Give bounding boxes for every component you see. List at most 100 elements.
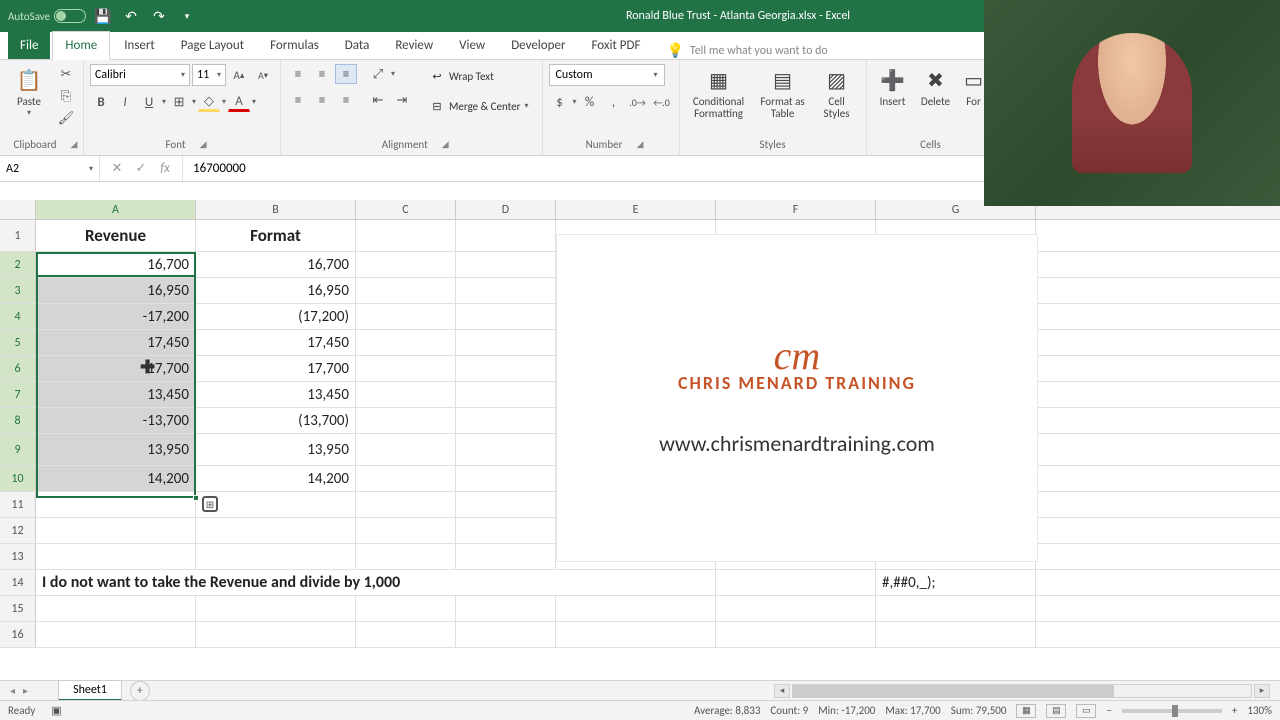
save-icon[interactable]: 💾: [92, 5, 114, 27]
cell-B5[interactable]: 17,450: [196, 330, 356, 355]
page-layout-view-icon[interactable]: ▤: [1046, 704, 1066, 718]
cell-B7[interactable]: 13,450: [196, 382, 356, 407]
zoom-slider[interactable]: [1122, 709, 1222, 713]
row-header-10[interactable]: 10: [0, 466, 36, 491]
percent-format-icon[interactable]: %: [579, 92, 601, 112]
align-middle-icon[interactable]: ≡: [311, 64, 333, 84]
macro-record-icon[interactable]: ▣: [51, 704, 61, 717]
tab-page-layout[interactable]: Page Layout: [169, 32, 256, 59]
tab-home[interactable]: Home: [52, 31, 110, 60]
name-box[interactable]: A2▾: [0, 156, 100, 181]
decrease-font-icon[interactable]: A▾: [252, 65, 274, 85]
col-header-B[interactable]: B: [196, 200, 356, 219]
row-header-12[interactable]: 12: [0, 518, 36, 543]
accounting-format-icon[interactable]: $: [549, 92, 571, 112]
col-header-C[interactable]: C: [356, 200, 456, 219]
cell-styles-button[interactable]: ▨ Cell Styles: [814, 64, 860, 122]
scroll-right-icon[interactable]: ▸: [1254, 684, 1270, 698]
tab-developer[interactable]: Developer: [499, 32, 577, 59]
cell-A10[interactable]: 14,200: [36, 466, 196, 491]
align-left-icon[interactable]: ≡: [287, 90, 309, 110]
horizontal-scrollbar[interactable]: ◂ ▸: [150, 684, 1280, 698]
merge-center-button[interactable]: ⊟ Merge & Center ▾: [422, 94, 536, 118]
tab-insert[interactable]: Insert: [112, 32, 167, 59]
cut-icon[interactable]: ✂: [55, 64, 77, 84]
col-header-E[interactable]: E: [556, 200, 716, 219]
autosave-control[interactable]: AutoSave: [8, 9, 86, 23]
cell-A3[interactable]: 16,950: [36, 278, 196, 303]
row-header-5[interactable]: 5: [0, 330, 36, 355]
row-header-6[interactable]: 6: [0, 356, 36, 381]
underline-button[interactable]: U: [138, 92, 160, 112]
format-painter-icon[interactable]: 🖌: [55, 108, 77, 128]
dialog-launcher-icon[interactable]: ◢: [200, 139, 207, 150]
row-header-3[interactable]: 3: [0, 278, 36, 303]
autosave-toggle-icon[interactable]: [54, 9, 86, 23]
font-size-selector[interactable]: 11▾: [192, 64, 226, 86]
border-icon[interactable]: ⊞: [168, 92, 190, 112]
normal-view-icon[interactable]: ▦: [1016, 704, 1036, 718]
cell-B8[interactable]: (13,700): [196, 408, 356, 433]
dialog-launcher-icon[interactable]: ◢: [636, 139, 643, 150]
select-all-corner[interactable]: [0, 200, 36, 219]
cell-A6[interactable]: 17,700: [36, 356, 196, 381]
cell-A14[interactable]: I do not want to take the Revenue and di…: [36, 570, 556, 595]
cell-A9[interactable]: 13,950: [36, 434, 196, 465]
format-as-table-button[interactable]: ▤ Format as Table: [755, 64, 811, 122]
row-header-16[interactable]: 16: [0, 622, 36, 647]
sheet-tab-sheet1[interactable]: Sheet1: [58, 680, 122, 701]
tab-data[interactable]: Data: [333, 32, 382, 59]
qat-customize-icon[interactable]: ▾: [176, 5, 198, 27]
col-header-F[interactable]: F: [716, 200, 876, 219]
fill-handle[interactable]: [193, 495, 199, 501]
zoom-out-icon[interactable]: −: [1106, 704, 1111, 717]
scroll-thumb[interactable]: [793, 685, 1114, 697]
add-sheet-button[interactable]: +: [130, 681, 150, 701]
decrease-decimal-icon[interactable]: ←.0: [651, 92, 673, 112]
copy-icon[interactable]: ⎘: [55, 86, 77, 106]
page-break-view-icon[interactable]: ▭: [1076, 704, 1096, 718]
increase-font-icon[interactable]: A▴: [228, 65, 250, 85]
row-header-9[interactable]: 9: [0, 434, 36, 465]
row-header-14[interactable]: 14: [0, 570, 36, 595]
col-header-D[interactable]: D: [456, 200, 556, 219]
comma-format-icon[interactable]: ,: [603, 92, 625, 112]
row-header-8[interactable]: 8: [0, 408, 36, 433]
align-center-icon[interactable]: ≡: [311, 90, 333, 110]
zoom-level[interactable]: 130%: [1247, 704, 1272, 717]
cell-B4[interactable]: (17,200): [196, 304, 356, 329]
scroll-left-icon[interactable]: ◂: [774, 684, 790, 698]
row-header-1[interactable]: 1: [0, 220, 36, 251]
sheet-nav-next-icon[interactable]: ▸: [23, 684, 28, 697]
cell-A7[interactable]: 13,450: [36, 382, 196, 407]
dialog-launcher-icon[interactable]: ◢: [442, 139, 449, 150]
insert-cells-button[interactable]: ➕ Insert: [873, 64, 913, 110]
increase-indent-icon[interactable]: ⇥: [391, 90, 413, 110]
font-color-icon[interactable]: A: [228, 92, 250, 112]
row-header-4[interactable]: 4: [0, 304, 36, 329]
tab-view[interactable]: View: [447, 32, 497, 59]
col-header-A[interactable]: A: [36, 200, 196, 219]
tell-me-search[interactable]: 💡 Tell me what you want to do: [666, 42, 827, 59]
wrap-text-button[interactable]: ↩ Wrap Text: [422, 64, 536, 88]
cell-A4[interactable]: -17,200: [36, 304, 196, 329]
row-header-2[interactable]: 2: [0, 252, 36, 277]
bold-button[interactable]: B: [90, 92, 112, 112]
cell-B10[interactable]: 14,200: [196, 466, 356, 491]
cell-A1[interactable]: Revenue: [36, 220, 196, 251]
row-header-13[interactable]: 13: [0, 544, 36, 569]
cell-B6[interactable]: 17,700: [196, 356, 356, 381]
align-bottom-icon[interactable]: ≡: [335, 64, 357, 84]
dialog-launcher-icon[interactable]: ◢: [71, 139, 78, 150]
fx-icon[interactable]: fx: [156, 161, 174, 176]
increase-decimal-icon[interactable]: .0→: [627, 92, 649, 112]
tab-foxit[interactable]: Foxit PDF: [579, 32, 652, 59]
cell-A8[interactable]: -13,700: [36, 408, 196, 433]
zoom-in-icon[interactable]: +: [1232, 704, 1237, 717]
align-top-icon[interactable]: ≡: [287, 64, 309, 84]
align-right-icon[interactable]: ≡: [335, 90, 357, 110]
delete-cells-button[interactable]: ✖ Delete: [916, 64, 956, 110]
decrease-indent-icon[interactable]: ⇤: [367, 90, 389, 110]
cancel-formula-icon[interactable]: ✕: [108, 161, 126, 176]
orientation-icon[interactable]: ⤢: [367, 64, 389, 84]
